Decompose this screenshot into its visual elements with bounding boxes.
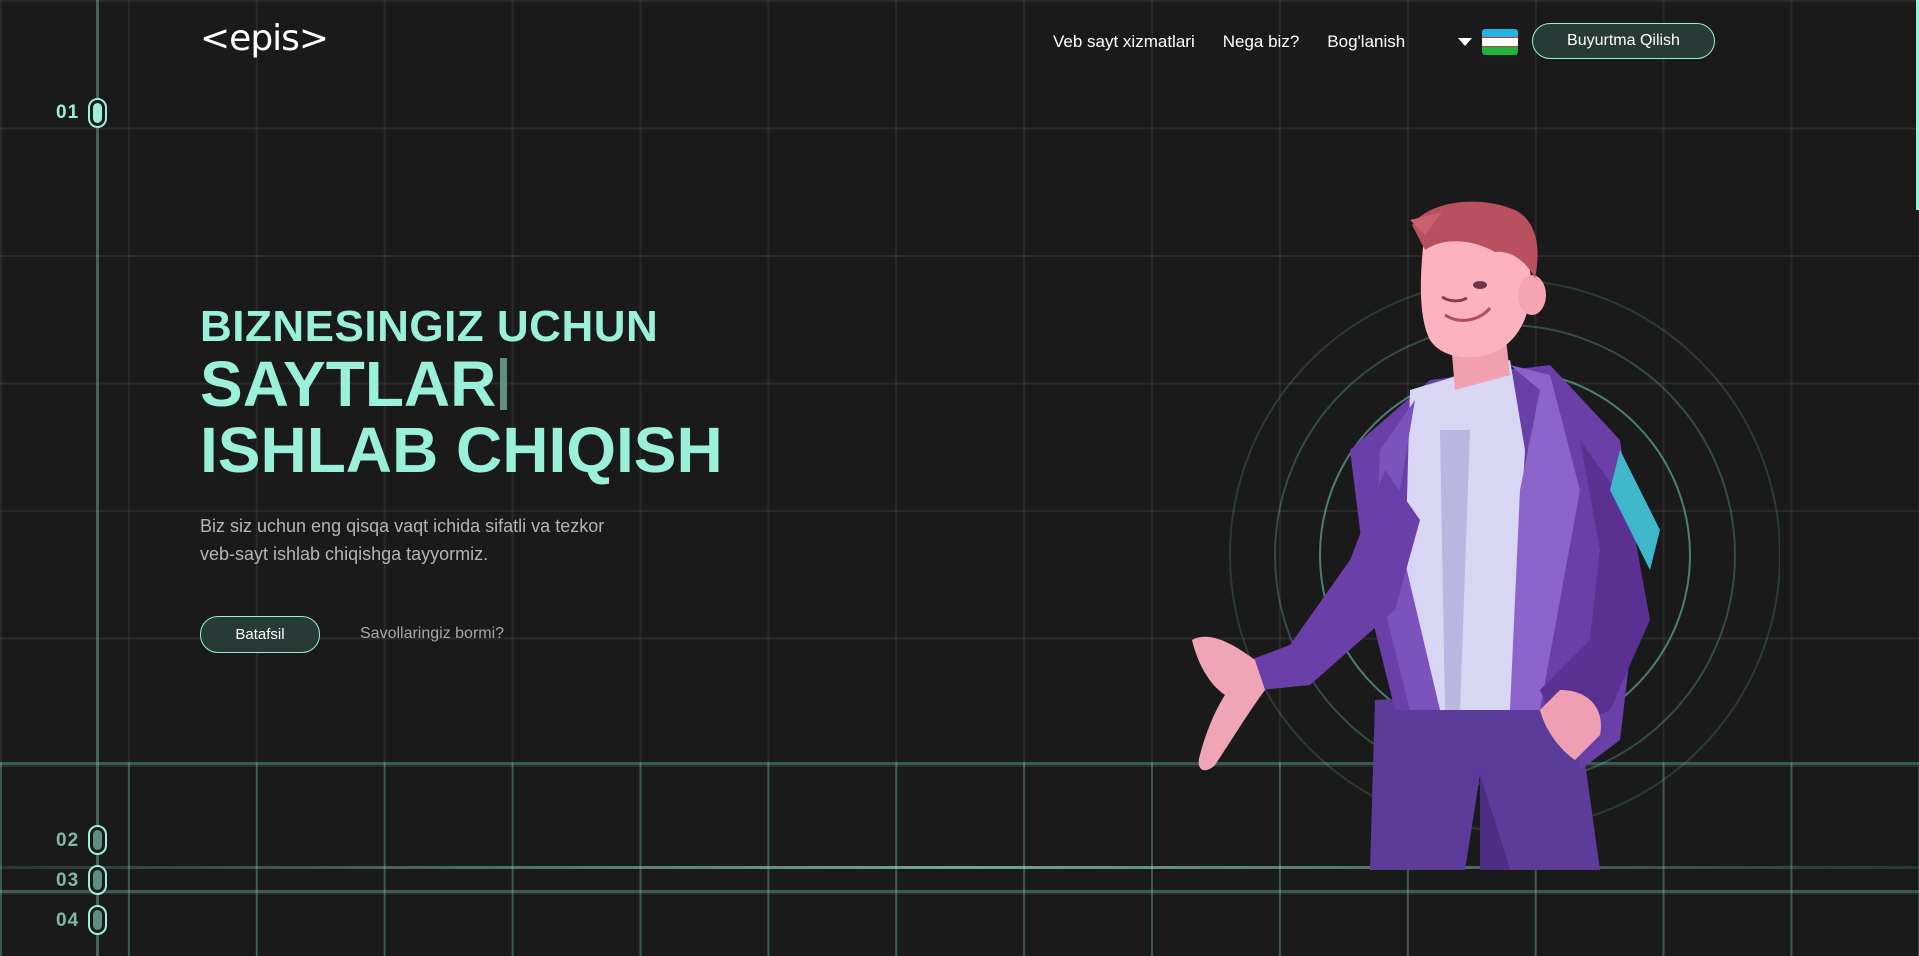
chevron-down-icon xyxy=(1458,38,1472,46)
side-nav-dot-04[interactable] xyxy=(88,905,107,935)
details-button[interactable]: Batafsil xyxy=(200,616,320,653)
side-nav-dot-01[interactable] xyxy=(88,98,107,128)
uzbekistan-flag-icon xyxy=(1482,29,1518,55)
nav-link-why-us[interactable]: Nega biz? xyxy=(1223,32,1300,52)
side-nav-label-02: 02 xyxy=(56,830,80,851)
order-button[interactable]: Buyurtma Qilish xyxy=(1532,23,1715,59)
typing-cursor xyxy=(500,358,508,410)
hero-description: Biz siz uchun eng qisqa vaqt ichida sifa… xyxy=(200,516,605,564)
hero-title-line2: ISHLAB CHIQISH xyxy=(200,414,723,486)
hero-subtitle: BIZNESINGIZ UCHUN xyxy=(200,302,659,351)
side-nav-label-03: 03 xyxy=(56,870,80,891)
grid-divider-line xyxy=(0,890,1919,893)
logo[interactable]: <epis> xyxy=(200,18,329,59)
language-selector[interactable] xyxy=(1458,29,1518,55)
side-nav-dot-02[interactable] xyxy=(88,825,107,855)
main-nav: Veb sayt xizmatlari Nega biz? Bog'lanish xyxy=(1053,32,1405,52)
nav-link-services[interactable]: Veb sayt xizmatlari xyxy=(1053,32,1195,52)
businessman-illustration xyxy=(1192,201,1780,870)
side-nav-label-04: 04 xyxy=(56,910,80,931)
hero-title-line1: SAYTLAR xyxy=(200,352,508,416)
side-nav-label-01: 01 xyxy=(56,102,80,123)
side-nav-track xyxy=(96,0,99,956)
nav-link-contact[interactable]: Bog'lanish xyxy=(1327,32,1405,52)
hero-title-typed-text: SAYTLAR xyxy=(200,348,497,420)
side-nav-dot-03[interactable] xyxy=(88,865,107,895)
questions-link[interactable]: Savollaringiz bormi? xyxy=(360,625,504,643)
